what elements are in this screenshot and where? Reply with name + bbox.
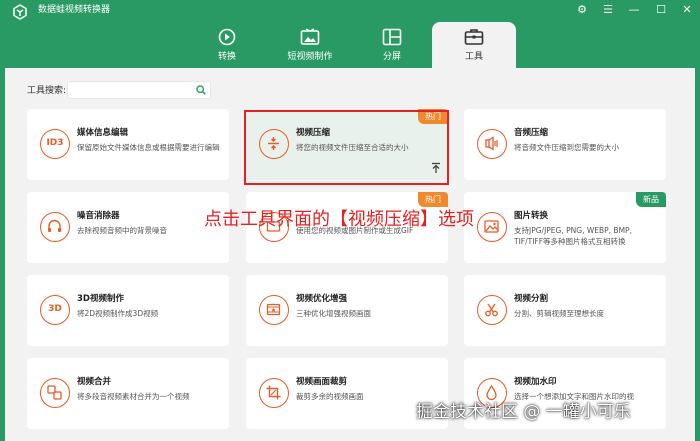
app-title: 数据蛙视频转换器: [38, 5, 111, 15]
title-bar: 数据蛙视频转换器 ⚙ ☰ — ☐ ✕ 转换 短视频制作 分屏 工具: [0, 0, 700, 68]
audio-compress-icon: [477, 129, 507, 159]
tab-tools[interactable]: 工具: [432, 22, 516, 68]
tool-card-3d-video[interactable]: 3D 3D视频制作 将2D视频制作成3D视频: [27, 275, 229, 346]
app-logo-icon: [13, 4, 27, 20]
tool-title: 噪音消除器: [77, 211, 120, 221]
noise-icon: [40, 212, 70, 242]
tool-desc: 将音频文件压缩到您需要的大小: [514, 143, 619, 152]
tool-card-media-info[interactable]: ID3 媒体信息编辑 保留原始文件媒体信息或根据需要进行编辑: [27, 109, 229, 180]
annotation-caption: 点击工具界面的【视频压缩】选项: [204, 209, 474, 230]
hot-badge: 热门: [418, 192, 448, 207]
tool-title: 图片转换: [514, 211, 549, 221]
tool-card-video-split[interactable]: 视频分割 分割、剪辑视频至理想长度: [464, 275, 666, 346]
tool-title: 媒体信息编辑: [77, 128, 129, 138]
tool-card-noise-remover[interactable]: 噪音消除器 去除视频音频中的背景噪音: [27, 192, 229, 263]
settings-icon[interactable]: ⚙: [571, 1, 593, 19]
tab-split-screen-label: 分屏: [382, 52, 401, 62]
close-button[interactable]: ✕: [676, 1, 698, 19]
tab-convert[interactable]: 转换: [185, 22, 269, 68]
crop-icon: [259, 378, 289, 408]
id3-icon-text: ID3: [46, 138, 64, 148]
scissors-icon: [477, 295, 507, 325]
menu-icon[interactable]: ☰: [597, 1, 619, 19]
3d-icon: 3D: [40, 295, 70, 325]
split-screen-icon: [382, 28, 402, 46]
tool-card-video-enhance[interactable]: 视频优化增强 三种优化增强视频画面: [246, 275, 448, 346]
tool-desc: 分割、剪辑视频至理想长度: [514, 309, 604, 318]
id3-icon: ID3: [40, 129, 70, 159]
tool-desc: 支持JPG/JPEG, PNG, WEBP, BMP, TIF/TIFF等多种图…: [514, 226, 632, 246]
tool-card-video-merge[interactable]: 视频合并 将多段音视频素材合并为一个视频: [27, 358, 229, 429]
site-watermark: 掘金技术社区 @ 一罐小可乐: [416, 402, 631, 422]
tab-split-screen[interactable]: 分屏: [350, 22, 434, 68]
minimize-button[interactable]: —: [623, 1, 645, 19]
convert-icon: [218, 28, 236, 46]
tool-desc: 去除视频音频中的背景噪音: [77, 226, 167, 235]
tool-card-audio-compress[interactable]: 音频压缩 将音频文件压缩到您需要的大小: [464, 109, 666, 180]
tool-title: 视频加水印: [514, 377, 557, 387]
search-icon[interactable]: [196, 85, 206, 95]
tool-title: 音频压缩: [514, 128, 549, 138]
merge-icon: [40, 378, 70, 408]
short-video-icon: [300, 28, 320, 45]
tool-title: 视频优化增强: [296, 294, 348, 304]
annotation-highlight-frame: [244, 110, 449, 185]
tool-title: 视频分割: [514, 294, 549, 304]
tab-short-video-label: 短视频制作: [287, 52, 333, 62]
tab-tools-label: 工具: [464, 52, 483, 62]
tab-convert-label: 转换: [217, 52, 236, 62]
tool-desc: 三种优化增强视频画面: [296, 309, 371, 318]
tool-title: 3D视频制作: [77, 294, 124, 304]
maximize-button[interactable]: ☐: [650, 1, 672, 19]
new-badge: 新品: [636, 192, 666, 207]
tool-card-image-convert[interactable]: 图片转换 支持JPG/JPEG, PNG, WEBP, BMP, TIF/TIF…: [464, 192, 666, 263]
3d-icon-text: 3D: [48, 304, 62, 314]
tool-title: 视频合并: [77, 377, 112, 387]
tool-desc: 将2D视频制作成3D视频: [77, 309, 159, 318]
search-input[interactable]: [67, 81, 211, 99]
image-convert-icon: [477, 212, 507, 242]
search-label: 工具搜索:: [27, 86, 67, 96]
tab-short-video[interactable]: 短视频制作: [268, 22, 352, 68]
enhance-icon: [259, 295, 289, 325]
toolbox-icon: [464, 29, 484, 45]
tool-title: 视频画面裁剪: [296, 377, 348, 387]
tool-desc: 将多段音视频素材合并为一个视频: [77, 392, 190, 401]
tool-desc: 保留原始文件媒体信息或根据需要进行编辑: [77, 143, 220, 152]
